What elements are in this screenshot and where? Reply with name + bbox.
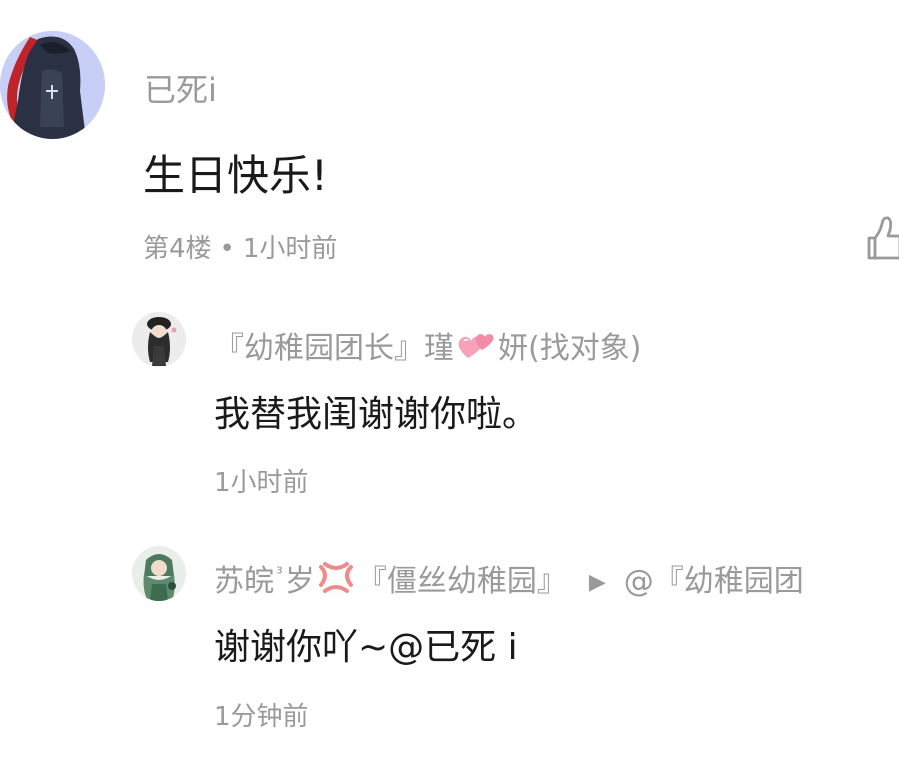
reply-time: 1分钟前 [214,702,309,732]
comment-floor: 第4楼 [143,234,212,264]
reply-username[interactable]: 苏皖 ³岁 『僵丝幼稚园』 ▶ @『幼稚园团 [214,556,804,603]
comment-thread: 已死i 生日快乐! 第4楼 • 1小时前 『幼稚园团长』瑾 妍(找对象) 我替我闺谢谢… [0,0,899,766]
anger-symbol-icon [317,561,355,603]
avatar[interactable] [0,31,105,139]
comment-content: 生日快乐! [143,151,328,200]
avatar-image [132,312,186,367]
like-button[interactable] [866,214,899,260]
reply-target[interactable]: @『幼稚园团 [624,564,804,599]
comment-time: 1小时前 [242,234,338,264]
comment-username[interactable]: 已死i [144,65,217,111]
reply-username-suffix: 『僵丝幼稚园』 [356,564,567,599]
two-hearts-icon [456,328,496,370]
reply-content: 我替我闺谢谢你啦。 [214,394,539,435]
reply-username-suffix: 妍(找对象) [498,331,642,366]
comment-meta: 第4楼 • 1小时前 [143,228,337,265]
reply-username-prefix: 『幼稚园团长』瑾 [214,331,454,366]
avatar-image [132,546,186,601]
reply-username[interactable]: 『幼稚园团长』瑾 妍(找对象) [214,323,641,370]
reply-content: 谢谢你吖~@已死 i [214,627,518,668]
reply-to-arrow-icon: ▶ [588,570,606,595]
reply-time: 1小时前 [214,468,309,498]
reply-avatar[interactable] [132,312,186,367]
thumbs-up-icon [867,216,899,260]
reply-avatar[interactable] [132,546,186,601]
meta-separator: • [219,234,235,264]
age-superscript: ³ [276,564,283,584]
reply-username-mid: 岁 [284,564,315,599]
reply-username-prefix: 苏皖 [214,564,274,599]
avatar-image [0,31,105,139]
